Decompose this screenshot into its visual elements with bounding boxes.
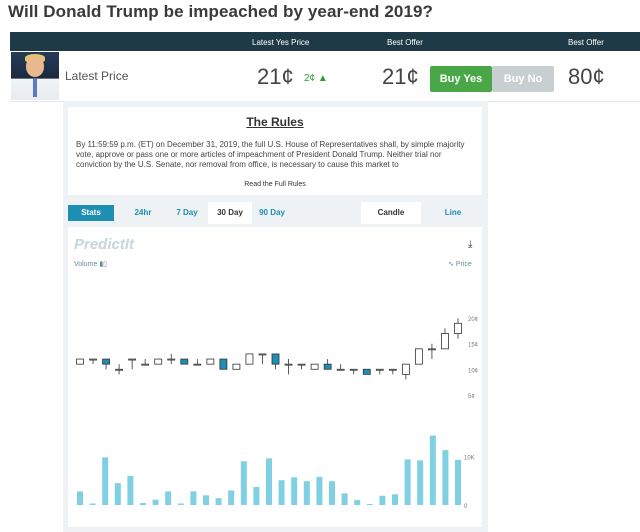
volume-tick-label: 10K xyxy=(464,455,475,461)
latest-price-value: 21¢ xyxy=(257,64,294,89)
latest-yes-price-header: Latest Yes Price xyxy=(252,38,310,47)
candle-body xyxy=(167,358,176,361)
volume-bar xyxy=(278,480,285,505)
volume-bar xyxy=(341,493,348,505)
volume-bar xyxy=(329,481,335,505)
candle-body xyxy=(271,353,280,365)
buy-no-button[interactable]: Buy No xyxy=(492,66,554,92)
volume-bar xyxy=(215,498,222,505)
volume-bar xyxy=(266,458,272,505)
candle-body xyxy=(375,368,384,371)
candle-body xyxy=(297,363,306,366)
candle-body xyxy=(441,333,449,350)
candle-body xyxy=(154,358,163,365)
candle-body xyxy=(454,322,462,334)
candle-body xyxy=(193,363,202,366)
candle-body xyxy=(89,358,97,361)
price-change: 2¢ ▲ xyxy=(304,73,328,84)
volume-bar xyxy=(177,503,184,505)
volume-bar xyxy=(404,459,411,505)
rules-text: By 11:59:59 p.m. (ET) on December 31, 20… xyxy=(76,140,465,169)
candle-body xyxy=(284,363,293,366)
candle-body xyxy=(141,363,150,366)
volume-tick-label: 0 xyxy=(464,504,468,510)
volume-bar xyxy=(354,500,361,505)
candle-body xyxy=(336,368,345,371)
candle-body xyxy=(102,358,110,365)
candle-body xyxy=(349,368,358,371)
tab-candle[interactable]: Candle xyxy=(361,202,421,224)
rules-title: The Rules xyxy=(246,115,304,129)
rules-box: The Rules By 11:59:59 p.m. (ET) on Decem… xyxy=(68,107,482,195)
volume-bar xyxy=(127,475,134,505)
volume-bar xyxy=(89,503,96,505)
price-chart: PredictIt Volume ▮▯ ⤓ ∿ Price 20¢ 15¢ 10¢ 5… xyxy=(68,227,482,527)
tab-line[interactable]: Line xyxy=(423,202,483,224)
candle-body xyxy=(428,348,436,351)
page-title: Will Donald Trump be impeached by year-e… xyxy=(8,2,434,21)
volume-bar xyxy=(316,476,323,505)
price-tick-label: 5¢ xyxy=(468,394,475,400)
avatar-face xyxy=(26,57,44,77)
candle-body xyxy=(128,358,137,361)
volume-bar xyxy=(165,491,172,505)
volume-bar xyxy=(102,457,109,505)
chart-tabs: Stats 24hr 7 Day 30 Day 90 Day Candle Li… xyxy=(68,202,482,224)
read-full-rules-link[interactable]: Read the Full Rules xyxy=(68,181,482,188)
candle-body xyxy=(388,368,397,371)
volume-bar xyxy=(253,487,260,505)
candle-body xyxy=(180,358,189,365)
volume-bar xyxy=(429,435,436,505)
tab-7day[interactable]: 7 Day xyxy=(168,202,206,224)
candle-body xyxy=(245,353,254,365)
volume-bar xyxy=(152,499,159,505)
volume-bar xyxy=(379,495,386,505)
latest-price-label: Latest Price xyxy=(65,69,129,83)
up-arrow-icon: ▲ xyxy=(317,73,328,84)
candle-body xyxy=(115,368,124,371)
candle-body xyxy=(310,363,319,370)
volume-bar xyxy=(190,491,197,505)
tab-90day[interactable]: 90 Day xyxy=(254,202,290,224)
avatar-tie xyxy=(33,79,37,97)
tab-stats[interactable]: Stats xyxy=(68,205,114,221)
price-tick-label: 15¢ xyxy=(468,343,478,349)
best-offer-yes-value: 21¢ xyxy=(382,64,419,89)
volume-bar xyxy=(417,460,424,505)
volume-bar xyxy=(203,495,209,505)
market-header-bar: Latest Yes Price Best Offer Best Offer xyxy=(10,32,640,51)
candle-body xyxy=(219,358,228,370)
volume-bar xyxy=(392,494,398,505)
chart-svg: 20¢ 15¢ 10¢ 5¢ 10K 0 xyxy=(76,317,478,510)
volume-bar xyxy=(240,461,247,505)
volume-bar xyxy=(366,504,373,505)
price-tick-label: 10¢ xyxy=(468,368,478,374)
candle-body xyxy=(323,363,332,370)
price-change-value: 2¢ xyxy=(304,73,316,84)
volume-bar xyxy=(77,491,83,505)
price-tick-label: 20¢ xyxy=(468,317,478,323)
volume-bar xyxy=(455,459,461,505)
tab-30day[interactable]: 30 Day xyxy=(208,202,252,224)
best-offer-yes-header: Best Offer xyxy=(387,38,423,47)
candle-body xyxy=(232,363,241,370)
best-offer-no-header: Best Offer xyxy=(568,38,604,47)
tab-24hr[interactable]: 24hr xyxy=(122,202,164,224)
best-offer-no-value: 80¢ xyxy=(568,64,605,89)
buy-yes-button[interactable]: Buy Yes xyxy=(430,66,492,92)
volume-bar xyxy=(442,450,449,505)
volume-bar xyxy=(140,503,146,505)
candle-body xyxy=(414,348,423,365)
volume-bar xyxy=(114,483,121,505)
candle-body xyxy=(401,363,410,375)
candle-body xyxy=(362,368,371,375)
candle-body xyxy=(206,358,215,365)
candle-body xyxy=(76,358,84,365)
contract-image xyxy=(11,52,59,100)
volume-bar xyxy=(291,477,298,505)
price-row: Latest Price 21¢ 2¢ ▲ 21¢ Buy Yes Buy No… xyxy=(10,51,640,102)
volume-bar xyxy=(303,481,310,505)
candle-body xyxy=(258,353,267,356)
volume-bar xyxy=(228,490,235,505)
